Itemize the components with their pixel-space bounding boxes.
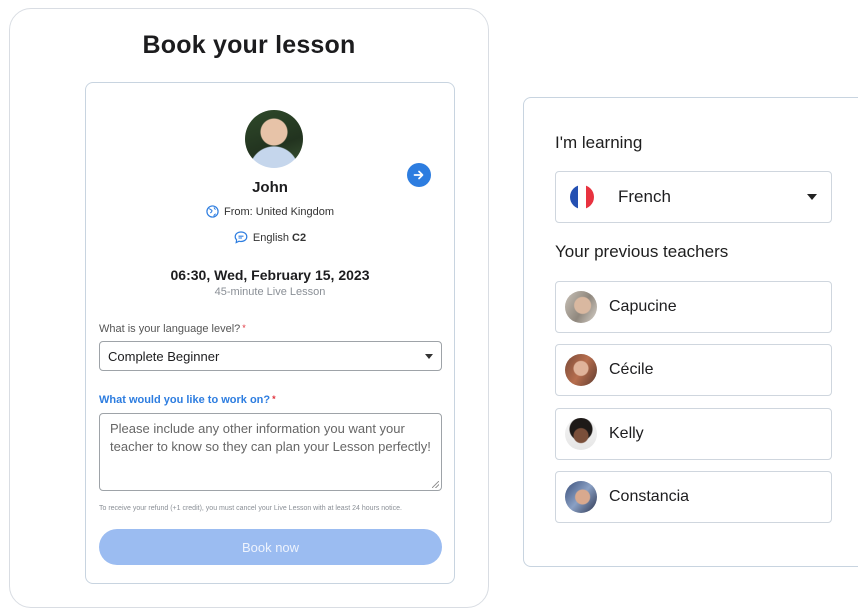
language-level-label: What is your language level? * (99, 323, 246, 335)
teacher-item-label: Constancia (609, 488, 690, 505)
language-level-label-text: What is your language level? (99, 323, 241, 335)
work-on-placeholder: Please include any other information you… (110, 421, 431, 454)
avatar (565, 354, 597, 386)
france-flag-icon (570, 185, 594, 209)
teacher-item-label: Capucine (609, 298, 677, 315)
teacher-avatar (245, 110, 303, 168)
required-marker: * (242, 323, 246, 333)
lesson-datetime: 06:30, Wed, February 15, 2023 (170, 267, 370, 283)
teacher-item-label: Kelly (609, 425, 644, 442)
work-on-label: What would you like to work on? * (99, 394, 276, 406)
work-on-textarea[interactable]: Please include any other information you… (99, 413, 442, 491)
teacher-item-cecile[interactable]: Cécile (555, 344, 832, 396)
learning-panel: I'm learning French Your previous teache… (523, 97, 858, 567)
book-now-button[interactable]: Book now (99, 529, 442, 565)
avatar (565, 481, 597, 513)
chevron-down-icon (807, 194, 817, 200)
teacher-item-label: Cécile (609, 361, 654, 378)
teacher-name: John (252, 179, 288, 196)
teacher-origin-text: From: United Kingdom (223, 205, 335, 218)
lesson-duration: 45-minute Live Lesson (214, 286, 326, 298)
teacher-item-constancia[interactable]: Constancia (555, 471, 832, 523)
required-marker: * (272, 394, 276, 404)
avatar (565, 418, 597, 450)
language-level-value: Complete Beginner (108, 348, 220, 364)
avatar (565, 291, 597, 323)
work-on-label-text: What would you like to work on? (99, 394, 271, 406)
refund-notice: To receive your refund (+1 credit), you … (99, 505, 402, 512)
chevron-down-icon (425, 353, 433, 359)
teacher-language-level: C2 (292, 231, 307, 244)
teacher-item-kelly[interactable]: Kelly (555, 408, 832, 460)
booking-card: John From: United Kingdom English C2 06:… (85, 82, 455, 584)
learning-language-select[interactable]: French (555, 171, 832, 223)
page-title: Book your lesson (142, 31, 356, 59)
teacher-language-name: English (252, 231, 289, 244)
language-level-select[interactable]: Complete Beginner (99, 341, 442, 371)
teacher-item-capucine[interactable]: Capucine (555, 281, 832, 333)
teacher-origin: From: United Kingdom (86, 205, 454, 218)
resize-handle[interactable] (432, 481, 439, 488)
teacher-language: English C2 (86, 231, 454, 244)
globe-icon (206, 205, 219, 218)
chat-bubble-icon (234, 231, 248, 244)
learning-language-value: French (618, 187, 671, 206)
booking-panel: Book your lesson John From: United Kingd… (9, 8, 489, 608)
previous-teachers-heading: Your previous teachers (555, 242, 729, 261)
learning-heading: I'm learning (555, 133, 643, 152)
